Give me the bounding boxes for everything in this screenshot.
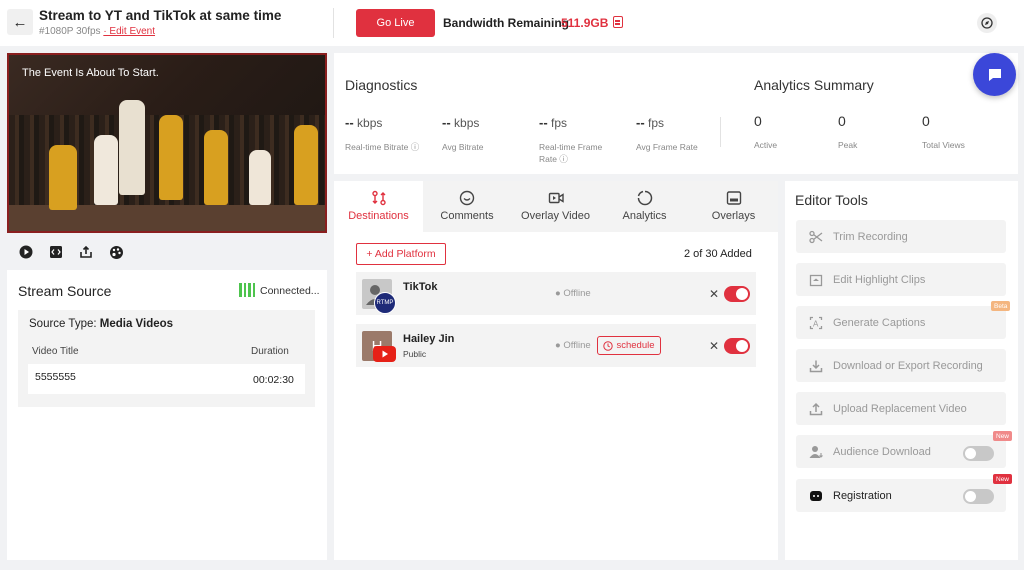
scissors-icon: [808, 229, 824, 245]
tab-analytics[interactable]: Analytics: [600, 181, 689, 232]
comments-icon: [459, 190, 475, 206]
bandwidth-label: Bandwidth Remaining: [443, 16, 569, 30]
source-type-value: Media Videos: [99, 318, 174, 330]
diagnostics-panel: [334, 53, 1018, 174]
audience-download-icon: [808, 444, 824, 460]
realtime-bitrate-value: -- kbps: [345, 115, 383, 130]
analytics-summary-title: Analytics Summary: [754, 77, 874, 93]
column-header-video-title: Video Title: [32, 346, 79, 357]
analytics-icon: [637, 190, 652, 206]
video-preview[interactable]: [7, 53, 327, 233]
destination-privacy: Public: [403, 349, 427, 359]
bandwidth-info-icon[interactable]: [613, 16, 623, 28]
clock-icon: [603, 340, 614, 351]
download-icon: [808, 358, 824, 374]
add-platform-button[interactable]: + Add Platform: [356, 243, 446, 265]
destination-status: ● Offline: [555, 340, 591, 351]
video-duration-cell: 00:02:30: [253, 374, 294, 386]
avg-bitrate-value: -- kbps: [442, 115, 480, 130]
arrow-left-icon: ←: [12, 13, 28, 31]
diagnostics-divider: [720, 117, 721, 147]
realtime-bitrate-label: Real-time Bitrate ⓘ: [345, 142, 420, 152]
destinations-count: 2 of 30 Added: [684, 248, 752, 260]
upload-replacement-video-button[interactable]: Upload Replacement Video: [796, 392, 1006, 425]
event-title: Stream to YT and TikTok at same time: [39, 8, 282, 23]
remove-destination-icon[interactable]: ✕: [709, 339, 719, 353]
rtmp-badge: RTMP: [374, 292, 396, 314]
stream-source-title: Stream Source: [18, 283, 112, 299]
overlays-icon: [726, 191, 741, 205]
realtime-framerate-label: Real-time Frame Rate ⓘ: [539, 142, 603, 164]
captions-icon: A: [808, 315, 824, 331]
event-resolution: #1080P 30fps: [39, 26, 101, 37]
total-views-label: Total Views: [922, 140, 965, 150]
total-views-value: 0: [922, 113, 930, 129]
peak-label: Peak: [838, 140, 858, 150]
column-header-duration: Duration: [251, 346, 289, 357]
embed-code-icon[interactable]: [47, 243, 65, 261]
info-icon: ⓘ: [559, 154, 568, 164]
tab-comments[interactable]: Comments: [423, 181, 511, 232]
video-overlay-text: The Event Is About To Start.: [22, 67, 159, 79]
peak-value: 0: [838, 113, 846, 129]
bandwidth-value: 511.9GB: [561, 16, 609, 30]
go-live-button[interactable]: Go Live: [356, 9, 435, 37]
trim-recording-button[interactable]: Trim Recording: [796, 220, 1006, 253]
registration-icon: [808, 488, 824, 504]
back-button[interactable]: ←: [7, 9, 33, 35]
avg-framerate-label: Avg Frame Rate: [636, 142, 698, 152]
download-export-recording-button[interactable]: Download or Export Recording: [796, 349, 1006, 382]
edit-highlight-clips-button[interactable]: Edit Highlight Clips: [796, 263, 1006, 296]
editor-tools-title: Editor Tools: [795, 192, 868, 208]
svg-text:A: A: [813, 319, 819, 328]
generate-captions-button[interactable]: A Generate Captions: [796, 306, 1006, 339]
registration-toggle[interactable]: [963, 489, 994, 504]
active-value: 0: [754, 113, 762, 129]
connection-status: Connected...: [260, 285, 320, 297]
active-label: Active: [754, 140, 778, 150]
video-title-cell: 5555555: [35, 371, 76, 383]
chat-icon: [988, 68, 1001, 81]
destination-name: TikTok: [403, 281, 438, 293]
header-divider: [333, 8, 334, 38]
source-type: Source Type: Media Videos: [29, 318, 173, 330]
destinations-icon: [371, 190, 386, 206]
destination-toggle[interactable]: [724, 286, 750, 302]
destination-name: Hailey Jin: [403, 333, 455, 345]
tab-overlays[interactable]: Overlays: [689, 181, 778, 232]
share-icon[interactable]: [77, 243, 95, 261]
avg-bitrate-label: Avg Bitrate: [442, 142, 484, 152]
event-meta: #1080P 30fps · Edit Event: [39, 26, 155, 37]
edit-event-link[interactable]: · Edit Event: [103, 26, 155, 37]
avg-framerate-value: -- fps: [636, 115, 665, 130]
destination-toggle[interactable]: [724, 338, 750, 354]
new-badge: New: [993, 474, 1013, 484]
tab-overlay-video[interactable]: Overlay Video: [511, 181, 600, 232]
audience-download-toggle[interactable]: [963, 446, 994, 461]
destinations-panel: [334, 181, 778, 560]
overlay-video-icon: [548, 192, 564, 204]
schedule-button[interactable]: schedule: [597, 336, 661, 355]
info-icon: ⓘ: [410, 142, 420, 152]
highlight-clips-icon: [808, 272, 824, 288]
play-icon[interactable]: [17, 243, 35, 261]
palette-icon[interactable]: [107, 243, 125, 261]
new-badge: New: [993, 431, 1013, 441]
beta-badge: Beta: [991, 301, 1011, 311]
source-type-label: Source Type:: [29, 318, 97, 330]
realtime-framerate-value: -- fps: [539, 115, 568, 130]
diagnostics-title: Diagnostics: [345, 77, 418, 93]
compass-icon[interactable]: [977, 13, 997, 33]
destination-status: ● Offline: [555, 288, 591, 299]
remove-destination-icon[interactable]: ✕: [709, 287, 719, 301]
upload-icon: [808, 401, 824, 417]
youtube-icon: [373, 346, 396, 362]
tab-destinations[interactable]: Destinations: [334, 181, 423, 232]
signal-bars-icon: [239, 283, 255, 297]
chat-button[interactable]: [973, 53, 1016, 96]
